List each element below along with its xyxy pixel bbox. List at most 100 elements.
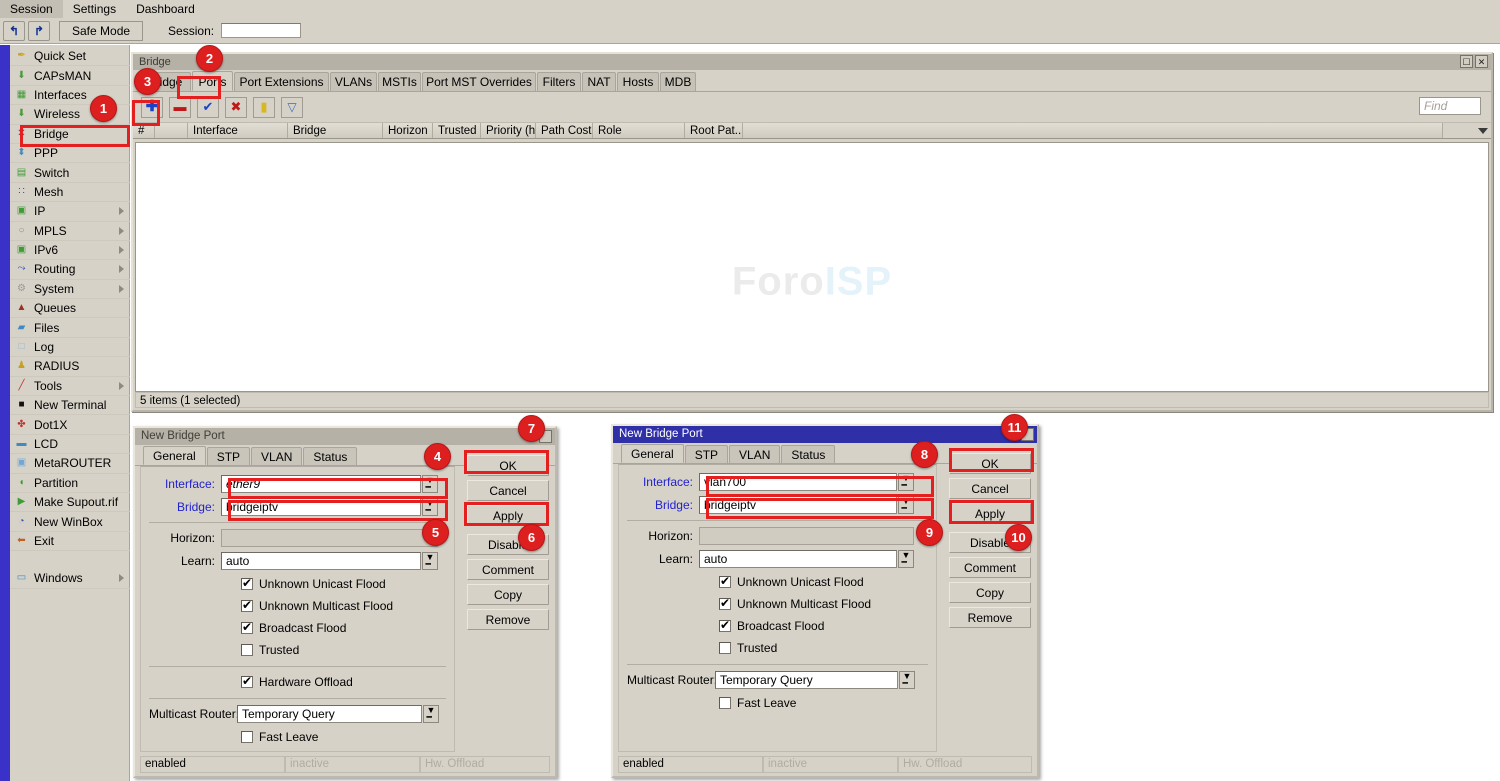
multicast-router-input[interactable]: Temporary Query — [237, 705, 422, 723]
sidebar-item-log[interactable]: □Log — [10, 338, 130, 357]
unknown-unicast-flood-checkbox[interactable] — [241, 578, 253, 590]
safe-mode-button[interactable]: Safe Mode — [59, 21, 143, 41]
comment-button[interactable]: ▮ — [253, 97, 275, 118]
tab-general[interactable]: General — [621, 444, 684, 463]
trusted-row[interactable]: Trusted — [719, 637, 928, 659]
find-input[interactable]: Find — [1419, 97, 1481, 115]
tab-stp[interactable]: STP — [207, 447, 250, 465]
chevron-down-icon[interactable] — [1478, 128, 1488, 134]
column-header-bridge[interactable]: Bridge — [288, 123, 383, 138]
sidebar-item-new-winbox[interactable]: ◔New WinBox — [10, 512, 130, 531]
sidebar-item-windows[interactable]: ▭Windows — [10, 569, 130, 588]
close-icon[interactable]: ✕ — [1475, 55, 1488, 68]
sidebar-item-switch[interactable]: ▤Switch — [10, 163, 130, 182]
copy-button[interactable]: Copy — [949, 582, 1031, 603]
trusted-checkbox[interactable] — [241, 644, 253, 656]
sidebar-item-tools[interactable]: ╱Tools — [10, 377, 130, 396]
multicast-router-dropdown-icon[interactable]: ▼━ — [423, 705, 439, 723]
trusted-checkbox[interactable] — [719, 642, 731, 654]
broadcast-flood-checkbox[interactable] — [241, 622, 253, 634]
tab-status[interactable]: Status — [781, 445, 835, 463]
tab-vlan[interactable]: VLAN — [251, 447, 302, 465]
unknown-unicast-flood-checkbox[interactable] — [719, 576, 731, 588]
unknown-multicast-flood-checkbox[interactable] — [241, 600, 253, 612]
interface-input[interactable]: ether9 — [221, 475, 421, 493]
column-header-priority-h-[interactable]: Priority (h... — [481, 123, 536, 138]
horizon-input[interactable] — [221, 529, 438, 547]
column-header--[interactable]: # — [133, 123, 155, 138]
multicast-router-control[interactable]: Temporary Query ▼━ — [237, 705, 439, 723]
redo-arrow-icon[interactable]: ↱ — [28, 21, 50, 41]
trusted-row[interactable]: Trusted — [241, 639, 446, 661]
menu-dashboard[interactable]: Dashboard — [126, 0, 205, 18]
column-header-path-cost[interactable]: Path Cost — [536, 123, 593, 138]
cancel-button[interactable]: Cancel — [949, 478, 1031, 499]
broadcast-flood-row[interactable]: Broadcast Flood — [719, 615, 928, 637]
tab-ports[interactable]: Ports — [192, 71, 233, 91]
sidebar-item-lcd[interactable]: ▬LCD — [10, 435, 130, 454]
sidebar-item-dot1x[interactable]: ✤Dot1X — [10, 415, 130, 434]
ok-button[interactable]: OK — [467, 455, 549, 476]
sidebar-item-mpls[interactable]: ○MPLS — [10, 222, 130, 241]
add-button[interactable]: ✚ — [141, 97, 163, 118]
cancel-button[interactable]: Cancel — [467, 480, 549, 501]
sidebar-item-make-supout-rif[interactable]: ▶Make Supout.rif — [10, 493, 130, 512]
session-input[interactable] — [221, 23, 301, 38]
tab-nat[interactable]: NAT — [582, 72, 616, 91]
filter-button[interactable]: ▽ — [281, 97, 303, 118]
sidebar-item-system[interactable]: ⚙System — [10, 280, 130, 299]
sidebar-item-queues[interactable]: ▲Queues — [10, 299, 130, 318]
fast-leave-checkbox[interactable] — [241, 731, 253, 743]
multicast-router-dropdown-icon[interactable]: ▼━ — [899, 671, 915, 689]
bridge-input[interactable]: bridgeiptv — [699, 496, 897, 514]
tab-vlan[interactable]: VLAN — [729, 445, 780, 463]
tab-port-extensions[interactable]: Port Extensions — [234, 72, 329, 91]
tab-stp[interactable]: STP — [685, 445, 728, 463]
maximize-icon[interactable]: ☐ — [1460, 55, 1473, 68]
hardware-offload-row[interactable]: Hardware Offload — [149, 671, 446, 693]
unknown-multicast-flood-row[interactable]: Unknown Multicast Flood — [241, 595, 446, 617]
column-header-horizon[interactable]: Horizon — [383, 123, 433, 138]
bridge-table-body[interactable]: ForoISP — [135, 142, 1489, 392]
remove-button[interactable]: ▬ — [169, 97, 191, 118]
dialog-left-titlebar[interactable]: New Bridge Port — [135, 428, 555, 445]
sidebar-item-capsman[interactable]: ⬇CAPsMAN — [10, 66, 130, 85]
column-header-root-pat-[interactable]: Root Pat... — [685, 123, 743, 138]
learn-input[interactable]: auto — [221, 552, 421, 570]
tab-port-mst-overrides[interactable]: Port MST Overrides — [422, 72, 536, 91]
bridge-window-titlebar[interactable]: Bridge ☐ ✕ — [133, 54, 1491, 70]
sidebar-item-partition[interactable]: ◖Partition — [10, 474, 130, 493]
column-header-trusted[interactable]: Trusted — [433, 123, 481, 138]
tab-filters[interactable]: Filters — [537, 72, 581, 91]
sidebar-item-metarouter[interactable]: ▣MetaROUTER — [10, 454, 130, 473]
tab-hosts[interactable]: Hosts — [617, 72, 659, 91]
learn-dropdown-icon[interactable]: ▼━ — [898, 550, 914, 568]
enable-button[interactable]: ✔ — [197, 97, 219, 118]
broadcast-flood-checkbox[interactable] — [719, 620, 731, 632]
comment-button[interactable]: Comment — [467, 559, 549, 580]
sidebar-item-bridge[interactable]: ✕Bridge — [10, 125, 130, 144]
multicast-router-input[interactable]: Temporary Query — [715, 671, 898, 689]
tab-mdb[interactable]: MDB — [660, 72, 696, 91]
bridge-control[interactable]: bridgeiptv ▼━ — [699, 496, 914, 514]
unknown-unicast-flood-row[interactable]: Unknown Unicast Flood — [241, 573, 446, 595]
bridge-control[interactable]: bridgeiptv ▼━ — [221, 498, 438, 516]
multicast-router-control[interactable]: Temporary Query ▼━ — [715, 671, 915, 689]
sidebar-item-radius[interactable]: ♟RADIUS — [10, 357, 130, 376]
tab-mstis[interactable]: MSTIs — [378, 72, 421, 91]
broadcast-flood-row[interactable]: Broadcast Flood — [241, 617, 446, 639]
sidebar-item-exit[interactable]: ⬅Exit — [10, 532, 130, 551]
sidebar-item-ipv6[interactable]: ▣IPv6 — [10, 241, 130, 260]
copy-button[interactable]: Copy — [467, 584, 549, 605]
tab-status[interactable]: Status — [303, 447, 357, 465]
sidebar-item-mesh[interactable]: ∷Mesh — [10, 183, 130, 202]
learn-control[interactable]: auto ▼━ — [221, 552, 438, 570]
sidebar-item-quick-set[interactable]: ✒Quick Set — [10, 47, 130, 66]
bridge-dropdown-icon[interactable]: ▼━ — [898, 496, 914, 514]
remove-button[interactable]: Remove — [949, 607, 1031, 628]
bridge-input[interactable]: bridgeiptv — [221, 498, 421, 516]
sidebar-item-routing[interactable]: ⤳Routing — [10, 260, 130, 279]
hardware-offload-checkbox[interactable] — [241, 676, 253, 688]
sidebar-item-new-terminal[interactable]: ■New Terminal — [10, 396, 130, 415]
remove-button[interactable]: Remove — [467, 609, 549, 630]
